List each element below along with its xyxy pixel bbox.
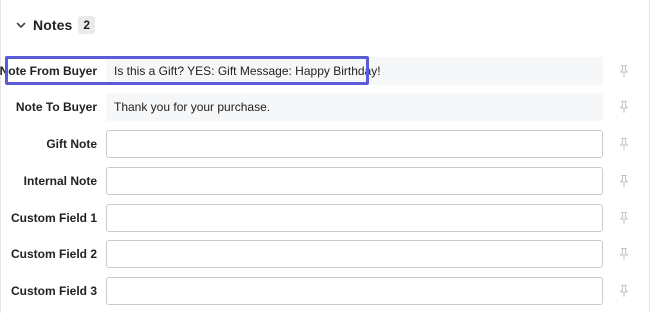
- notes-panel: Notes 2 Note From Buyer Is this a Gift? …: [0, 0, 650, 313]
- pin-icon[interactable]: [618, 64, 630, 78]
- field-row-note-from-buyer: Note From Buyer Is this a Gift? YES: Gif…: [0, 57, 650, 85]
- custom-field-2-label: Custom Field 2: [10, 247, 97, 261]
- pin-icon[interactable]: [618, 174, 630, 188]
- pin-icon[interactable]: [618, 247, 630, 261]
- pin-icon[interactable]: [618, 284, 630, 298]
- custom-field-1-input[interactable]: [106, 204, 603, 232]
- chevron-down-icon[interactable]: [15, 19, 27, 31]
- custom-field-3-input[interactable]: [106, 277, 603, 305]
- field-row-custom-field-1: Custom Field 1: [1, 204, 650, 232]
- field-row-gift-note: Gift Note: [1, 130, 650, 158]
- field-row-internal-note: Internal Note: [1, 167, 650, 195]
- field-row-note-to-buyer: Note To Buyer Thank you for your purchas…: [1, 93, 650, 121]
- count-badge: 2: [78, 16, 96, 34]
- gift-note-input[interactable]: [106, 130, 603, 158]
- custom-field-3-label: Custom Field 3: [10, 284, 97, 298]
- note-from-buyer-value[interactable]: Is this a Gift? YES: Gift Message: Happy…: [106, 57, 603, 85]
- field-row-custom-field-3: Custom Field 3: [1, 277, 650, 305]
- pin-icon[interactable]: [618, 211, 630, 225]
- gift-note-label: Gift Note: [46, 137, 97, 151]
- pin-icon[interactable]: [618, 137, 630, 151]
- pin-icon[interactable]: [618, 100, 630, 114]
- custom-field-1-label: Custom Field 1: [10, 211, 97, 225]
- notes-section-header[interactable]: Notes 2: [15, 14, 96, 36]
- internal-note-label: Internal Note: [23, 174, 97, 188]
- section-title: Notes: [33, 17, 73, 33]
- note-from-buyer-label: Note From Buyer: [0, 64, 97, 78]
- note-to-buyer-value[interactable]: Thank you for your purchase.: [106, 93, 603, 121]
- custom-field-2-input[interactable]: [106, 240, 603, 268]
- field-row-custom-field-2: Custom Field 2: [1, 240, 650, 268]
- note-to-buyer-label: Note To Buyer: [15, 100, 97, 114]
- internal-note-input[interactable]: [106, 167, 603, 195]
